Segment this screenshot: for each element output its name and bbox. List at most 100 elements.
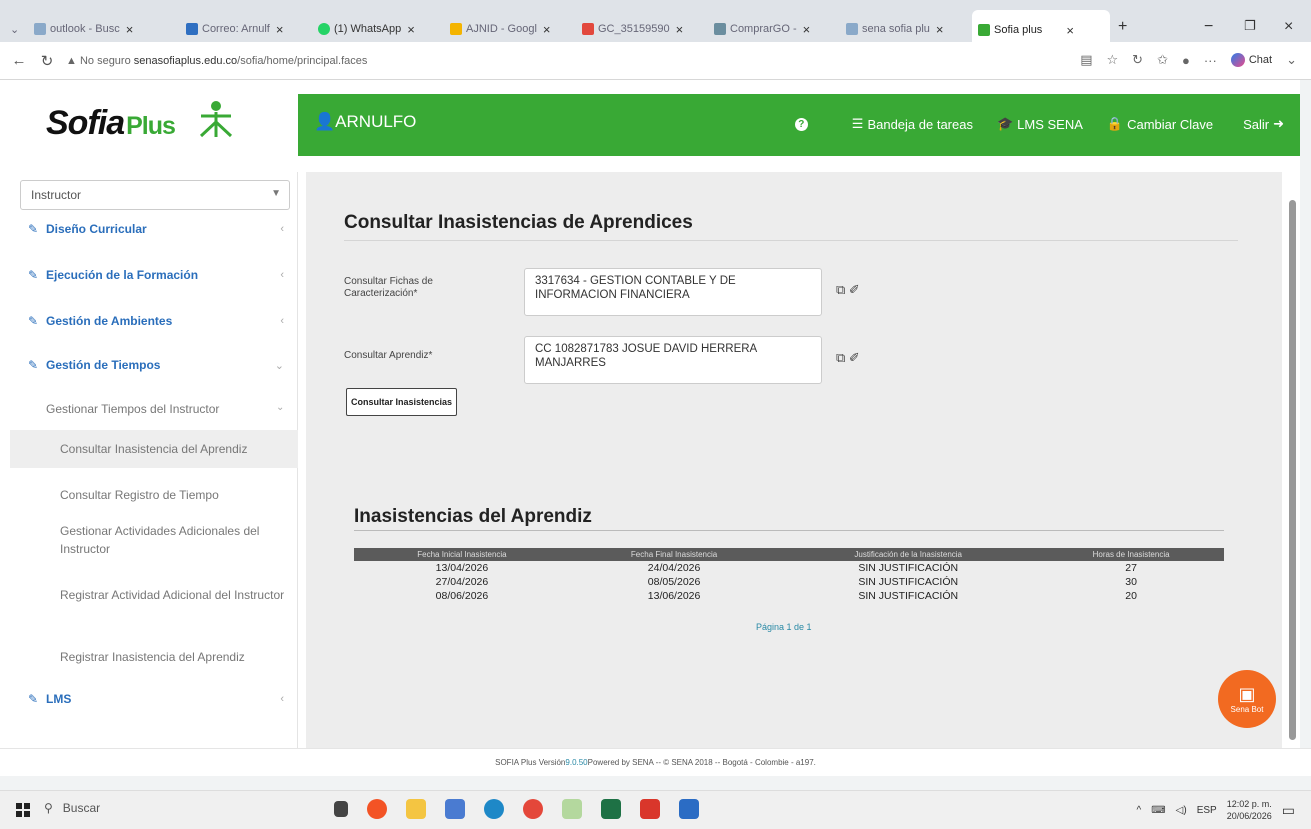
version-link[interactable]: 9.0.50: [565, 758, 587, 767]
browser-tab[interactable]: Correo: Arnulf ×: [180, 14, 310, 44]
chatbot-button[interactable]: ▣ Sena Bot: [1218, 670, 1276, 728]
close-icon[interactable]: ×: [126, 22, 134, 37]
page-scrollbar[interactable]: [1289, 200, 1296, 740]
whatsapp-icon: [318, 23, 330, 35]
teams-icon[interactable]: [445, 799, 465, 819]
results-title: Inasistencias del Aprendiz: [354, 506, 592, 527]
pagination-info: Página 1 de 1: [756, 622, 812, 632]
lms-sena-link[interactable]: 🎓 LMS SENA: [997, 116, 1083, 132]
graduation-cap-icon: 🎓: [996, 116, 1014, 131]
browser-toolbar: ▤ ☆ ↻ ✩ ● ··· Chat ⌄: [1080, 52, 1297, 68]
favorite-icon[interactable]: ☆: [1107, 52, 1119, 68]
close-icon[interactable]: ×: [803, 22, 811, 37]
sign-out-icon: ➜: [1273, 116, 1284, 131]
taskbar-apps: [334, 799, 699, 819]
ficha-field[interactable]: 3317634 - GESTION CONTABLE Y DE INFORMAC…: [524, 268, 822, 316]
url-field[interactable]: ▲ No seguro senasofiaplus.edu.co/sofia/h…: [66, 55, 367, 67]
consultar-inasistencias-button[interactable]: Consultar Inasistencias: [346, 388, 458, 416]
table-row: 08/06/2026 13/06/2026 SIN JUSTIFICACIÓN …: [354, 589, 1224, 603]
cambiar-clave-link[interactable]: 🔒 Cambiar Clave: [1107, 116, 1213, 132]
restore-button[interactable]: ❐: [1244, 18, 1256, 34]
sidebar-subgroup-tiempos-instructor[interactable]: Gestionar Tiempos del Instructor ⌄: [46, 402, 284, 416]
table-cell: 08/06/2026: [435, 590, 489, 602]
column-header[interactable]: Horas de Inasistencia: [1038, 548, 1224, 561]
close-icon[interactable]: ×: [676, 22, 684, 37]
close-icon[interactable]: ×: [936, 22, 944, 37]
sidebar-item-ejecucion-formacion[interactable]: ✎ Ejecución de la Formación ‹: [10, 268, 298, 282]
table-header-row: Fecha Inicial Inasistencia Fecha Final I…: [354, 548, 1224, 561]
back-icon[interactable]: ←: [10, 52, 28, 69]
sidebar: Instructor ▼ ✎ Diseño Curricular ‹ ✎ Ejecuci…: [10, 172, 298, 748]
warning-icon: ▲: [66, 54, 77, 67]
chevron-down-icon[interactable]: ⌄: [1286, 52, 1297, 68]
excel-icon[interactable]: [601, 799, 621, 819]
sidebar-item-gestionar-actividades[interactable]: Gestionar Actividades Adicionales del In…: [60, 522, 286, 558]
browser-tab[interactable]: sena sofia plu ×: [840, 14, 970, 44]
pdf-icon: [582, 23, 594, 35]
table-cell: 30: [1125, 576, 1137, 588]
clock[interactable]: 12:02 p. m. 20/06/2026: [1227, 798, 1272, 822]
aprendiz-field[interactable]: CC 1082871783 JOSUE DAVID HERRERA MANJAR…: [524, 336, 822, 384]
file-explorer-icon[interactable]: [406, 799, 426, 819]
new-tab-button[interactable]: +: [1118, 18, 1127, 36]
browser-tab[interactable]: outlook - Busc ×: [28, 14, 178, 44]
refresh-icon[interactable]: ↻: [1132, 52, 1143, 68]
browser-tab[interactable]: (1) WhatsApp ×: [312, 14, 442, 44]
bandeja-tareas-link[interactable]: ☰ Bandeja de tareas: [852, 116, 973, 132]
sidebar-item-registrar-actividad[interactable]: Registrar Actividad Adicional del Instru…: [60, 586, 286, 604]
logo-text: Sofia: [46, 104, 125, 142]
tab-list-button[interactable]: ⌄: [4, 14, 25, 44]
profile-icon[interactable]: ●: [1182, 53, 1190, 68]
help-button[interactable]: ?: [794, 117, 808, 131]
column-header[interactable]: Fecha Inicial Inasistencia: [354, 548, 570, 561]
collections-icon[interactable]: ✩: [1157, 52, 1168, 68]
minimize-button[interactable]: −: [1204, 18, 1213, 36]
close-icon[interactable]: ×: [276, 22, 284, 37]
notifications-icon[interactable]: ▭: [1282, 802, 1295, 819]
chevron-up-icon[interactable]: ^: [1137, 805, 1142, 816]
logo-subtext: Plus: [126, 112, 176, 140]
sidebar-item-diseno-curricular[interactable]: ✎ Diseño Curricular ‹: [10, 222, 298, 236]
edit-icon: ✎: [28, 268, 39, 282]
user-name[interactable]: 👤ARNULFO: [314, 112, 416, 132]
column-header[interactable]: Justificación de la Inasistencia: [778, 548, 1039, 561]
more-icon[interactable]: ···: [1204, 53, 1217, 68]
close-icon[interactable]: ×: [543, 22, 551, 37]
eraser-icon[interactable]: ✐: [849, 282, 860, 297]
close-window-button[interactable]: ×: [1284, 18, 1293, 36]
reader-icon[interactable]: ▤: [1080, 52, 1092, 68]
close-icon[interactable]: ×: [1066, 23, 1074, 38]
browser-tab[interactable]: AJNID - Googl ×: [444, 14, 574, 44]
sidebar-item-gestion-tiempos[interactable]: ✎ Gestión de Tiempos ⌄: [10, 358, 298, 372]
search-list-icon[interactable]: ⧉: [836, 350, 845, 365]
sidebar-item-registrar-inasistencia[interactable]: Registrar Inasistencia del Aprendiz: [60, 648, 286, 666]
column-header[interactable]: Fecha Final Inasistencia: [569, 548, 779, 561]
browser-tab[interactable]: ComprarGO - ×: [708, 14, 838, 44]
sidebar-item-consultar-registro-tiempo[interactable]: Consultar Registro de Tiempo: [60, 486, 286, 504]
edit-icon: ✎: [28, 314, 39, 328]
browser-tab[interactable]: GC_35159590 ×: [576, 14, 706, 44]
taskbar-search[interactable]: ⚲ Buscar: [44, 801, 100, 815]
eraser-icon[interactable]: ✐: [849, 350, 860, 365]
sidebar-item-gestion-ambientes[interactable]: ✎ Gestión de Ambientes ‹: [10, 314, 298, 328]
logo[interactable]: SofiaPlus: [10, 94, 298, 156]
sidebar-item-lms[interactable]: ✎ LMS ‹: [10, 692, 298, 706]
salir-link[interactable]: Salir ➜: [1243, 116, 1284, 132]
task-view-icon[interactable]: [334, 801, 348, 817]
volume-icon[interactable]: ◁): [1176, 805, 1187, 816]
firefox-icon[interactable]: [367, 799, 387, 819]
language-indicator[interactable]: ESP: [1197, 805, 1217, 816]
chrome-icon[interactable]: [523, 799, 543, 819]
windows-start-icon[interactable]: [16, 803, 30, 817]
acrobat-icon[interactable]: [640, 799, 660, 819]
network-icon[interactable]: ⌨: [1151, 805, 1165, 816]
reload-icon[interactable]: ↻: [38, 52, 56, 70]
edge-icon[interactable]: [484, 799, 504, 819]
outlook-icon[interactable]: [679, 799, 699, 819]
app-icon[interactable]: [562, 799, 582, 819]
chat-button[interactable]: Chat: [1230, 53, 1272, 67]
search-list-icon[interactable]: ⧉: [836, 282, 845, 297]
sidebar-item-consultar-inasistencia[interactable]: Consultar Inasistencia del Aprendiz: [10, 430, 298, 468]
role-select[interactable]: Instructor ▼: [20, 180, 290, 210]
close-icon[interactable]: ×: [407, 22, 415, 37]
